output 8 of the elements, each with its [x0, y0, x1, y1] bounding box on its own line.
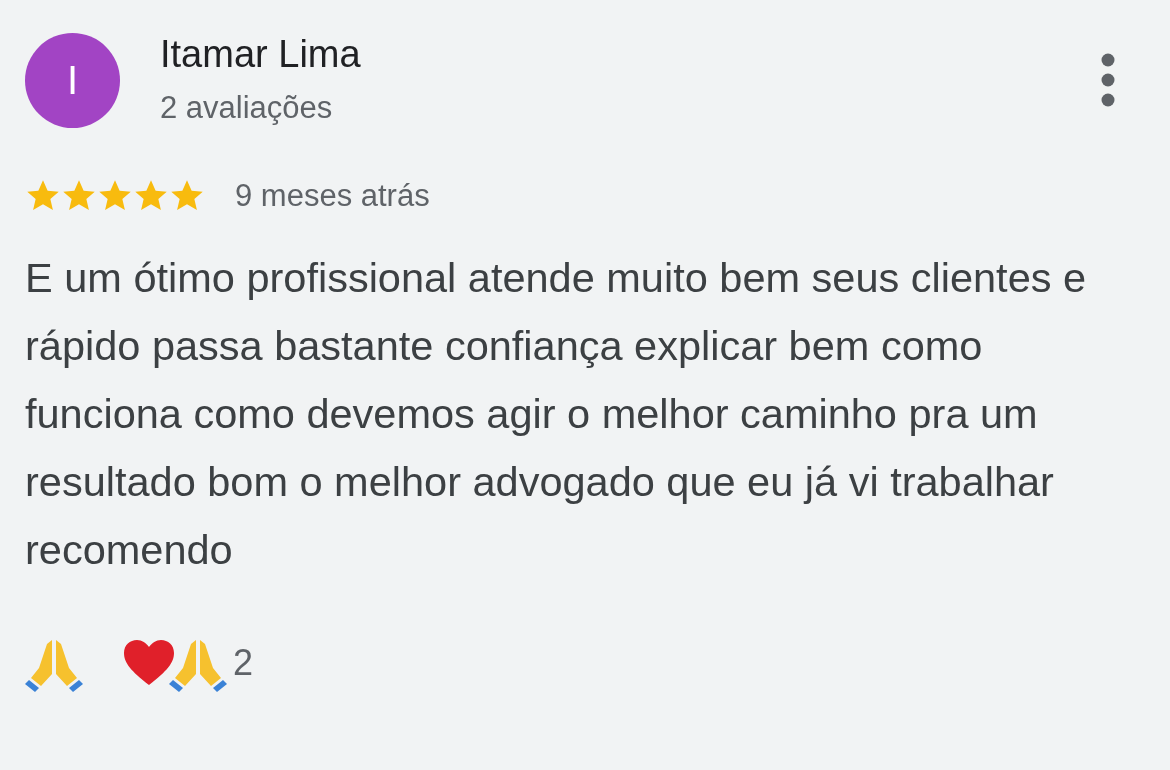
reviewer-name[interactable]: Itamar Lima [160, 33, 1101, 76]
review-text: E um ótimo profissional atende muito bem seus clientes e rápido passa bastante confiança explicar bem como funciona como devemos agir o melhor caminho pra um resultado bom o melhor advogado que eu já vi trabalhar recomendo [25, 253, 1088, 575]
review-count: 2 avaliações [160, 90, 334, 126]
heart-icon [123, 639, 175, 687]
reactions-button[interactable]: 2 [123, 634, 254, 692]
review-time: 9 meses atrás [235, 178, 430, 214]
menu-icon [1101, 53, 1115, 107]
avatar-initial: I [66, 58, 79, 103]
